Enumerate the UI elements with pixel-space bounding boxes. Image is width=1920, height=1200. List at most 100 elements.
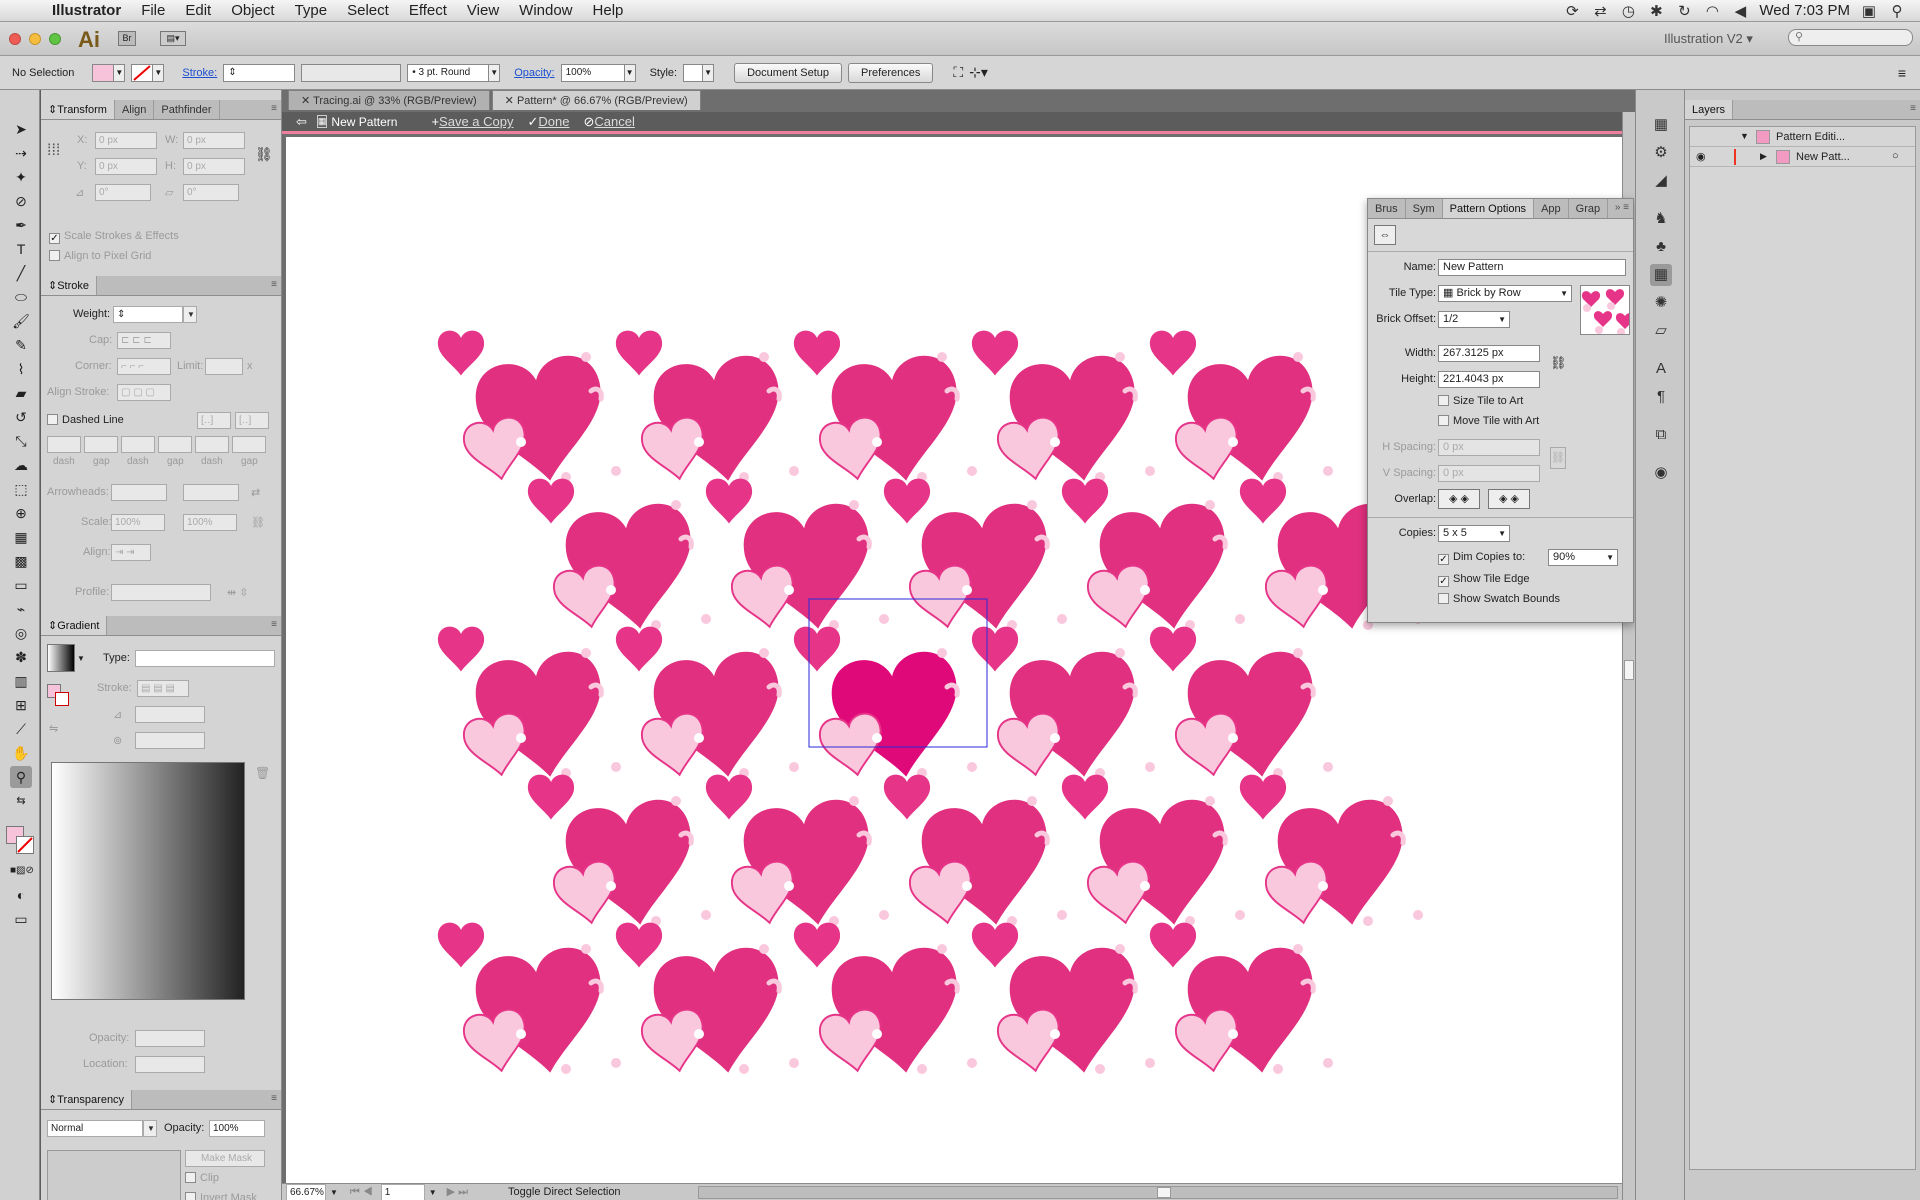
direct-selection-tool-icon[interactable]: ⇢ — [10, 142, 32, 164]
panel-menu-icon[interactable]: ≡ — [271, 103, 277, 114]
dash-field-3[interactable] — [195, 436, 229, 453]
dim-value-select[interactable]: 90% ▼ — [1548, 549, 1618, 566]
user-icon[interactable]: ▣ — [1860, 2, 1878, 20]
layer-row[interactable]: ▼ Pattern Editi... — [1690, 127, 1915, 147]
zoom-window-button[interactable] — [49, 33, 61, 45]
save-copy-button[interactable]: + Save a Copy — [431, 114, 513, 129]
stroke-link[interactable]: Stroke: — [182, 67, 217, 79]
layer-row[interactable]: ◉ ▶ New Patt... ○ — [1690, 147, 1915, 167]
clip-option[interactable]: Clip — [185, 1172, 219, 1184]
vertical-scroll-thumb[interactable] — [1624, 660, 1634, 680]
blend-tool-icon[interactable]: ◎ — [10, 622, 32, 644]
horizontal-scrollbar[interactable] — [698, 1185, 1618, 1199]
angle-field[interactable] — [135, 706, 205, 723]
style-swatch[interactable] — [683, 63, 704, 82]
show-tile-edge-option[interactable]: ✓ Show Tile Edge — [1438, 573, 1529, 587]
menu-window[interactable]: Window — [509, 2, 582, 19]
mesh-tool-icon[interactable]: ▩ — [10, 550, 32, 572]
isolate-icon[interactable]: ⛶ — [953, 64, 963, 81]
slice-tool-icon[interactable]: ⟋ — [10, 718, 32, 740]
done-button[interactable]: ✓ Done — [527, 114, 569, 130]
hand-tool-icon[interactable]: ✋ — [10, 742, 32, 764]
warp-tool-icon[interactable]: ☁ — [10, 454, 32, 476]
align-stroke-buttons[interactable]: ▢ ▢ ▢ — [117, 384, 171, 401]
menu-edit[interactable]: Edit — [175, 2, 221, 19]
menu-select[interactable]: Select — [337, 2, 399, 19]
profile-select[interactable] — [111, 584, 211, 601]
size-tile-to-art-option[interactable]: Size Tile to Art — [1438, 395, 1523, 407]
cancel-button[interactable]: ⊘ Cancel — [583, 114, 634, 130]
clock[interactable]: Wed 7:03 PM — [1759, 2, 1850, 19]
symbols-icon[interactable]: ♣ — [1650, 236, 1672, 258]
back-arrow-icon[interactable]: ⇦ — [296, 114, 307, 130]
pattern-options-icon[interactable]: ▦ — [1650, 264, 1672, 286]
height-field[interactable]: 221.4043 px — [1438, 371, 1540, 388]
tab-graphic-styles[interactable]: Grap — [1569, 199, 1609, 218]
gap-field-3[interactable] — [232, 436, 266, 453]
limit-field[interactable] — [205, 358, 243, 375]
refresh-icon[interactable]: ↻ — [1675, 2, 1693, 20]
tab-pattern-document[interactable]: ✕ Pattern* @ 66.67% (RGB/Preview) — [491, 90, 701, 110]
location-field[interactable] — [135, 1056, 205, 1073]
dash-field-2[interactable] — [121, 436, 155, 453]
style-dropdown[interactable]: ▼ — [702, 63, 715, 82]
brushes-icon[interactable]: ♞ — [1650, 208, 1672, 230]
cap-buttons[interactable]: ⊏ ⊏ ⊏ — [117, 332, 171, 349]
menu-effect[interactable]: Effect — [399, 2, 457, 19]
dim-copies-option[interactable]: ✓ Dim Copies to: — [1438, 551, 1525, 565]
overlap-vertical-buttons[interactable]: ◈ ◈ — [1488, 489, 1530, 509]
constrain-icon[interactable]: ⛓ — [255, 146, 273, 163]
time-machine-icon[interactable]: ◷ — [1619, 2, 1637, 20]
stroke-dropdown[interactable]: ▼ — [152, 63, 165, 82]
pencil-icon[interactable]: ✎ — [10, 334, 32, 356]
status-text[interactable]: Toggle Direct Selection — [508, 1186, 621, 1198]
draw-mode-icon[interactable]: ◐ — [10, 884, 32, 906]
make-mask-button[interactable]: Make Mask — [185, 1150, 265, 1167]
magic-wand-icon[interactable]: ✦ — [10, 166, 32, 188]
type-tool-icon[interactable]: T — [10, 238, 32, 260]
menu-view[interactable]: View — [457, 2, 509, 19]
stroke-color-icon[interactable] — [16, 836, 34, 854]
transform-options-icon[interactable]: ⊹▾ — [969, 64, 988, 81]
gradient-tool-icon[interactable]: ▭ — [10, 574, 32, 596]
brush-dropdown[interactable]: ▼ — [488, 63, 501, 82]
link-dimensions-icon[interactable]: ⛓ — [1550, 355, 1567, 371]
artboard-nav-first[interactable]: ⏮ ◀ — [350, 1186, 373, 1199]
symbol-sprayer-icon[interactable]: ✽ — [10, 646, 32, 668]
tab-symbols[interactable]: Sym — [1406, 199, 1443, 218]
width-field[interactable]: 267.3125 px — [1438, 345, 1540, 362]
opacity-field[interactable]: 100% — [209, 1120, 265, 1137]
variable-width-profile[interactable] — [301, 63, 402, 82]
eraser-icon[interactable]: ▰ — [10, 382, 32, 404]
minimize-window-button[interactable] — [29, 33, 41, 45]
arrows-icon[interactable]: ⇄ — [1591, 2, 1609, 20]
document-setup-button[interactable]: Document Setup — [734, 62, 843, 83]
fill-swatch[interactable] — [92, 63, 115, 82]
graphic-styles-icon[interactable]: ▱ — [1650, 320, 1672, 342]
swatches-icon[interactable]: ⚙ — [1650, 142, 1672, 164]
menu-file[interactable]: File — [131, 2, 175, 19]
scale-strokes-option[interactable]: ✓ Scale Strokes & Effects — [49, 230, 281, 250]
screen-mode-icon[interactable]: ▭ — [10, 908, 32, 930]
gap-field-2[interactable] — [158, 436, 192, 453]
rotate-tool-icon[interactable]: ↺ — [10, 406, 32, 428]
artboard-field[interactable]: 1 — [380, 1183, 425, 1200]
artboards-icon[interactable]: ⧉ — [1650, 424, 1672, 446]
v-spacing-field[interactable]: 0 px — [1438, 465, 1540, 482]
panel-menu-icon[interactable]: ≡ — [1898, 65, 1906, 81]
artboard-dropdown[interactable]: ▼ — [429, 1188, 437, 1197]
layer-name[interactable]: Pattern Editi... — [1776, 131, 1845, 143]
wifi-icon[interactable]: ◠ — [1703, 2, 1721, 20]
weight-field[interactable]: ⇕ — [113, 306, 183, 323]
tab-pathfinder[interactable]: Pathfinder — [154, 100, 220, 119]
gradient-dropdown-icon[interactable]: ▼ — [77, 654, 85, 663]
pen-tool-icon[interactable]: ✒ — [10, 214, 32, 236]
blend-mode-dropdown[interactable]: ▼ — [143, 1120, 157, 1137]
arrowhead-start[interactable] — [111, 484, 167, 501]
expand-triangle-icon[interactable]: ▶ — [1760, 151, 1767, 162]
rotate-field[interactable]: 0° — [95, 184, 151, 201]
tab-brushes[interactable]: Brus — [1368, 199, 1406, 218]
search-help-input[interactable]: ⚲ — [1788, 29, 1913, 46]
fill-dropdown[interactable]: ▼ — [113, 63, 126, 82]
eyedropper-icon[interactable]: ⌁ — [10, 598, 32, 620]
